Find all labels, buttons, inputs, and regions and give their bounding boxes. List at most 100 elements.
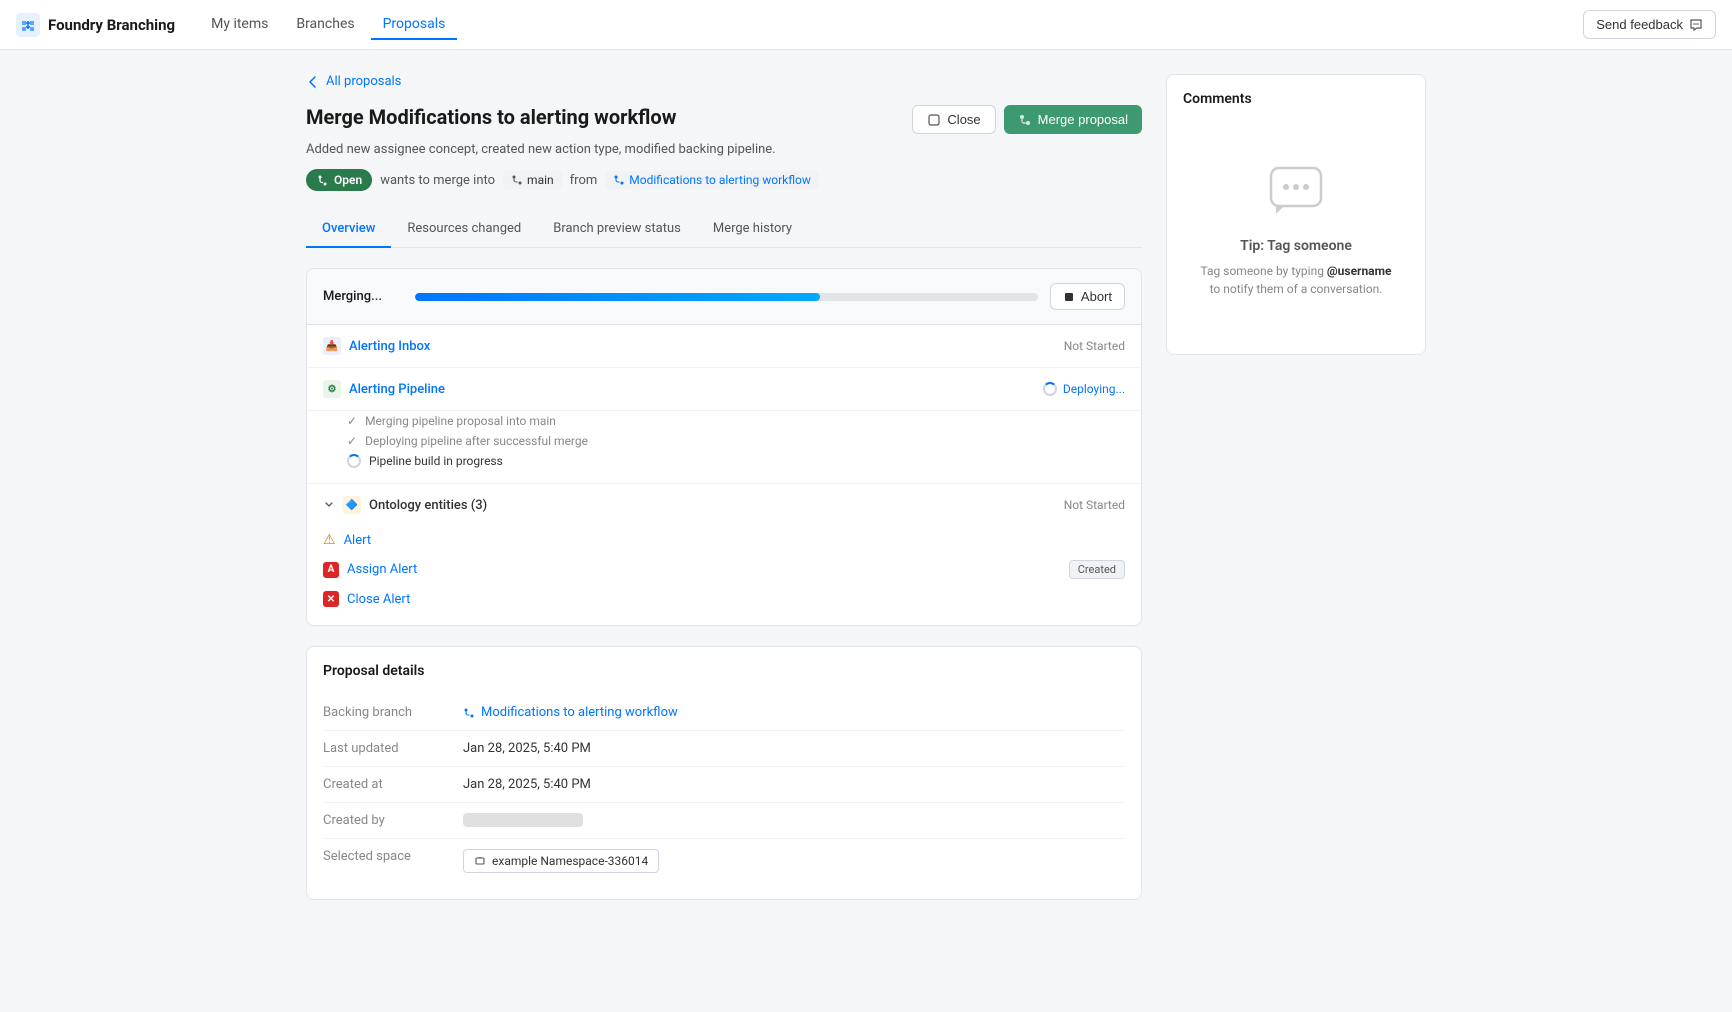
resource-alerting-pipeline-section: ⚙ Alerting Pipeline Deploying... ✓ Mergi… (307, 368, 1141, 483)
ontology-item-close-alert: ✕ Close Alert (323, 585, 1125, 613)
left-panel: All proposals Merge Modifications to ale… (306, 74, 1142, 900)
abort-icon (1063, 291, 1075, 303)
ontology-items: ⚠ Alert A Assign Alert Created (307, 526, 1141, 625)
progress-bar-container (415, 293, 1038, 301)
assign-alert-item-name[interactable]: A Assign Alert (323, 562, 417, 578)
detail-row-selected-space: Selected space example Namespace-336014 (323, 839, 1125, 883)
close-button[interactable]: Close (912, 105, 995, 134)
inbox-status: Not Started (1064, 339, 1125, 353)
proposal-header: Merge Modifications to alerting workflow… (306, 105, 1142, 134)
backing-branch-value[interactable]: Modifications to alerting workflow (463, 705, 678, 720)
pipeline-icon: ⚙ (323, 380, 341, 398)
tip-title: Tip: Tag someone (1240, 238, 1352, 254)
inbox-icon: 📥 (323, 337, 341, 355)
main-content: All proposals Merge Modifications to ale… (266, 50, 1466, 924)
created-at-label: Created at (323, 777, 463, 792)
nav-links: My items Branches Proposals (199, 10, 457, 40)
merge-proposal-button[interactable]: Merge proposal (1004, 105, 1142, 134)
progress-bar-fill (415, 293, 820, 301)
header-actions: Close Merge proposal (912, 105, 1142, 134)
send-feedback-label: Send feedback (1596, 17, 1683, 32)
detail-row-created-by: Created by (323, 803, 1125, 839)
top-navigation: Foundry Branching My items Branches Prop… (0, 0, 1732, 50)
resource-alerting-inbox: 📥 Alerting Inbox Not Started (307, 325, 1141, 368)
proposal-details-title: Proposal details (323, 663, 1125, 679)
source-branch-chip[interactable]: Modifications to alerting workflow (605, 171, 819, 189)
step-spinner (347, 454, 361, 468)
ontology-section: 🔷 Ontology entities (3) Not Started ⚠ Al… (307, 483, 1141, 625)
detail-row-backing-branch: Backing branch Modifications to alerting… (323, 695, 1125, 731)
resource-alerting-pipeline: ⚙ Alerting Pipeline Deploying... (307, 368, 1141, 411)
resource-name-pipeline[interactable]: ⚙ Alerting Pipeline (323, 380, 445, 398)
close-icon (927, 113, 941, 127)
target-branch-chip[interactable]: main (503, 171, 562, 189)
status-row: Open wants to merge into main from Modif… (306, 169, 1142, 191)
source-branch-name: Modifications to alerting workflow (629, 173, 811, 187)
sub-step-1: ✓ Merging pipeline proposal into main (347, 411, 1125, 431)
tab-resources-changed[interactable]: Resources changed (391, 211, 537, 248)
proposal-subtitle: Added new assignee concept, created new … (306, 142, 1142, 157)
open-badge: Open (306, 169, 372, 191)
detail-row-last-updated: Last updated Jan 28, 2025, 5:40 PM (323, 731, 1125, 767)
proposal-title: Merge Modifications to alerting workflow (306, 105, 676, 129)
created-by-label: Created by (323, 813, 463, 828)
app-logo: Foundry Branching (16, 13, 175, 37)
ontology-item-assign-alert: A Assign Alert Created (323, 554, 1125, 585)
ontology-icon: 🔷 (343, 496, 361, 514)
tab-merge-history[interactable]: Merge history (697, 211, 808, 248)
ontology-item-alert: ⚠ Alert (323, 526, 1125, 554)
feedback-icon (1689, 18, 1703, 32)
ontology-title: 🔷 Ontology entities (3) (323, 496, 487, 514)
from-text: from (570, 173, 598, 188)
merging-label: Merging... (323, 289, 403, 304)
nav-my-items[interactable]: My items (199, 10, 280, 40)
logo-icon (16, 13, 40, 37)
pipeline-sub-steps: ✓ Merging pipeline proposal into main ✓ … (307, 411, 1141, 483)
nav-proposals[interactable]: Proposals (371, 10, 458, 40)
comments-title: Comments (1183, 91, 1409, 107)
last-updated-label: Last updated (323, 741, 463, 756)
pipeline-status-deploying: Deploying... (1043, 382, 1125, 396)
tabs: Overview Resources changed Branch previe… (306, 211, 1142, 248)
last-updated-value: Jan 28, 2025, 5:40 PM (463, 741, 1125, 756)
send-feedback-button[interactable]: Send feedback (1583, 10, 1716, 39)
ontology-title-text: Ontology entities (3) (369, 498, 487, 513)
deploying-spinner (1043, 382, 1057, 396)
open-badge-text: Open (334, 173, 362, 187)
selected-space-label: Selected space (323, 849, 463, 864)
close-alert-item-name[interactable]: ✕ Close Alert (323, 591, 410, 607)
namespace-icon (474, 855, 486, 867)
branch-icon (316, 174, 329, 187)
speech-bubble-icon (1266, 163, 1326, 222)
ontology-status: Not Started (1064, 498, 1125, 512)
abort-button[interactable]: Abort (1050, 283, 1125, 310)
back-arrow-icon (306, 75, 320, 89)
check-icon-2: ✓ (347, 434, 357, 448)
breadcrumb-text: All proposals (326, 74, 401, 89)
created-by-value-blurred (463, 813, 583, 827)
app-title: Foundry Branching (48, 16, 175, 34)
close-alert-icon: ✕ (323, 591, 339, 607)
merge-card: Merging... Abort 📥 Alerting Inbox Not S (306, 268, 1142, 626)
check-icon-1: ✓ (347, 414, 357, 428)
comments-empty-state: Tip: Tag someone Tag someone by typing @… (1183, 123, 1409, 338)
created-at-value: Jan 28, 2025, 5:40 PM (463, 777, 1125, 792)
alert-item-name[interactable]: ⚠ Alert (323, 532, 371, 548)
branch-link-icon (463, 707, 475, 719)
chevron-down-icon (323, 499, 335, 511)
resource-name-inbox[interactable]: 📥 Alerting Inbox (323, 337, 430, 355)
merge-icon (1018, 113, 1032, 127)
sub-step-3: Pipeline build in progress (347, 451, 1125, 471)
proposal-details: Proposal details Backing branch Modifica… (306, 646, 1142, 900)
sub-step-2: ✓ Deploying pipeline after successful me… (347, 431, 1125, 451)
breadcrumb[interactable]: All proposals (306, 74, 1142, 89)
nav-right: Send feedback (1583, 10, 1716, 39)
comments-panel: Comments Tip: Tag someone Tag someone by… (1166, 74, 1426, 355)
nav-branches[interactable]: Branches (284, 10, 366, 40)
ontology-header[interactable]: 🔷 Ontology entities (3) Not Started (307, 484, 1141, 526)
tip-text: Tag someone by typing @username to notif… (1199, 262, 1393, 298)
tab-branch-preview[interactable]: Branch preview status (537, 211, 697, 248)
assign-alert-status: Created (1069, 560, 1125, 579)
tab-overview[interactable]: Overview (306, 211, 391, 248)
namespace-chip[interactable]: example Namespace-336014 (463, 849, 659, 873)
